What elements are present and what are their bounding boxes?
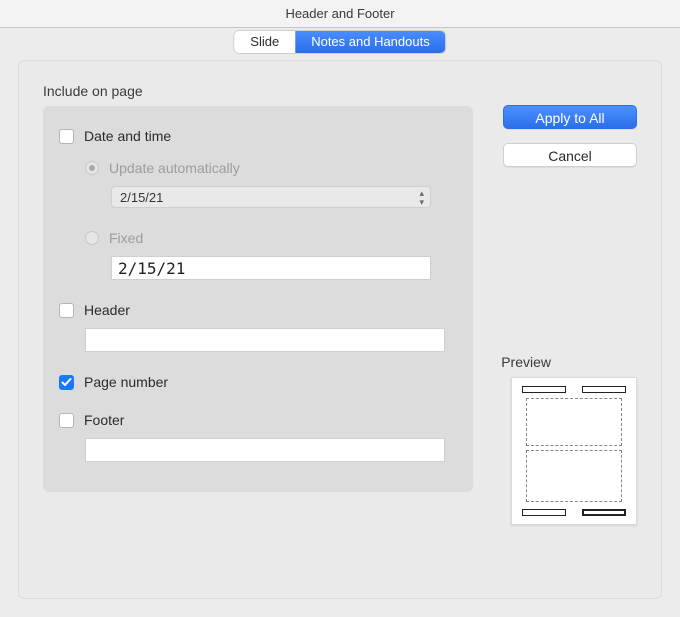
- fixed-date-row: [111, 254, 457, 288]
- fixed-date-input[interactable]: [111, 256, 431, 280]
- tab-notes-handouts[interactable]: Notes and Handouts: [295, 31, 446, 53]
- window-title: Header and Footer: [285, 6, 394, 21]
- preview-thumbnail: [511, 377, 637, 525]
- datetime-checkbox[interactable]: [59, 129, 74, 144]
- update-auto-row: Update automatically: [85, 152, 457, 184]
- date-format-select[interactable]: 2/15/21 ▴▾: [111, 186, 431, 208]
- header-checkbox[interactable]: [59, 303, 74, 318]
- update-auto-radio[interactable]: [85, 161, 99, 175]
- header-label: Header: [84, 302, 130, 318]
- preview-header-right-icon: [582, 386, 626, 393]
- preview-page-number-icon: [582, 509, 626, 516]
- checkmark-icon: [61, 377, 72, 388]
- page-number-label: Page number: [84, 374, 168, 390]
- preview-footer-left-icon: [522, 509, 566, 516]
- tab-slide[interactable]: Slide: [234, 31, 295, 53]
- preview-label: Preview: [501, 354, 551, 370]
- titlebar: Header and Footer: [0, 0, 680, 28]
- date-format-value: 2/15/21: [120, 190, 163, 205]
- fixed-label: Fixed: [109, 230, 143, 246]
- datetime-label: Date and time: [84, 128, 171, 144]
- preview-notes-area-icon: [526, 450, 622, 502]
- datetime-row: Date and time: [59, 120, 457, 152]
- tab-notes-label: Notes and Handouts: [311, 34, 430, 49]
- fixed-row: Fixed: [85, 222, 457, 254]
- footer-input-row: [85, 436, 457, 470]
- cancel-button[interactable]: Cancel: [503, 143, 637, 167]
- apply-to-all-button[interactable]: Apply to All: [503, 105, 637, 129]
- button-column: Apply to All Cancel: [503, 105, 637, 167]
- update-auto-label: Update automatically: [109, 160, 240, 176]
- tab-segmented-control: Slide Notes and Handouts: [234, 31, 445, 53]
- header-row: Header: [59, 294, 457, 326]
- footer-row: Footer: [59, 404, 457, 436]
- header-input-row: [85, 326, 457, 360]
- fixed-radio[interactable]: [85, 231, 99, 245]
- footer-label: Footer: [84, 412, 124, 428]
- footer-input[interactable]: [85, 438, 445, 462]
- include-on-page-label: Include on page: [43, 83, 637, 99]
- header-footer-dialog: Header and Footer Slide Notes and Handou…: [0, 0, 680, 617]
- preview-slide-area-icon: [526, 398, 622, 446]
- header-input[interactable]: [85, 328, 445, 352]
- page-number-checkbox[interactable]: [59, 375, 74, 390]
- footer-checkbox[interactable]: [59, 413, 74, 428]
- include-form: Date and time Update automatically 2/15/…: [43, 106, 473, 492]
- apply-to-all-label: Apply to All: [535, 110, 604, 126]
- tab-slide-label: Slide: [250, 34, 279, 49]
- select-arrows-icon: ▴▾: [419, 189, 424, 207]
- preview-header-left-icon: [522, 386, 566, 393]
- cancel-label: Cancel: [548, 148, 592, 164]
- page-number-row: Page number: [59, 366, 457, 398]
- date-format-row: 2/15/21 ▴▾: [111, 184, 457, 216]
- main-panel: Include on page Date and time Update aut…: [18, 60, 662, 599]
